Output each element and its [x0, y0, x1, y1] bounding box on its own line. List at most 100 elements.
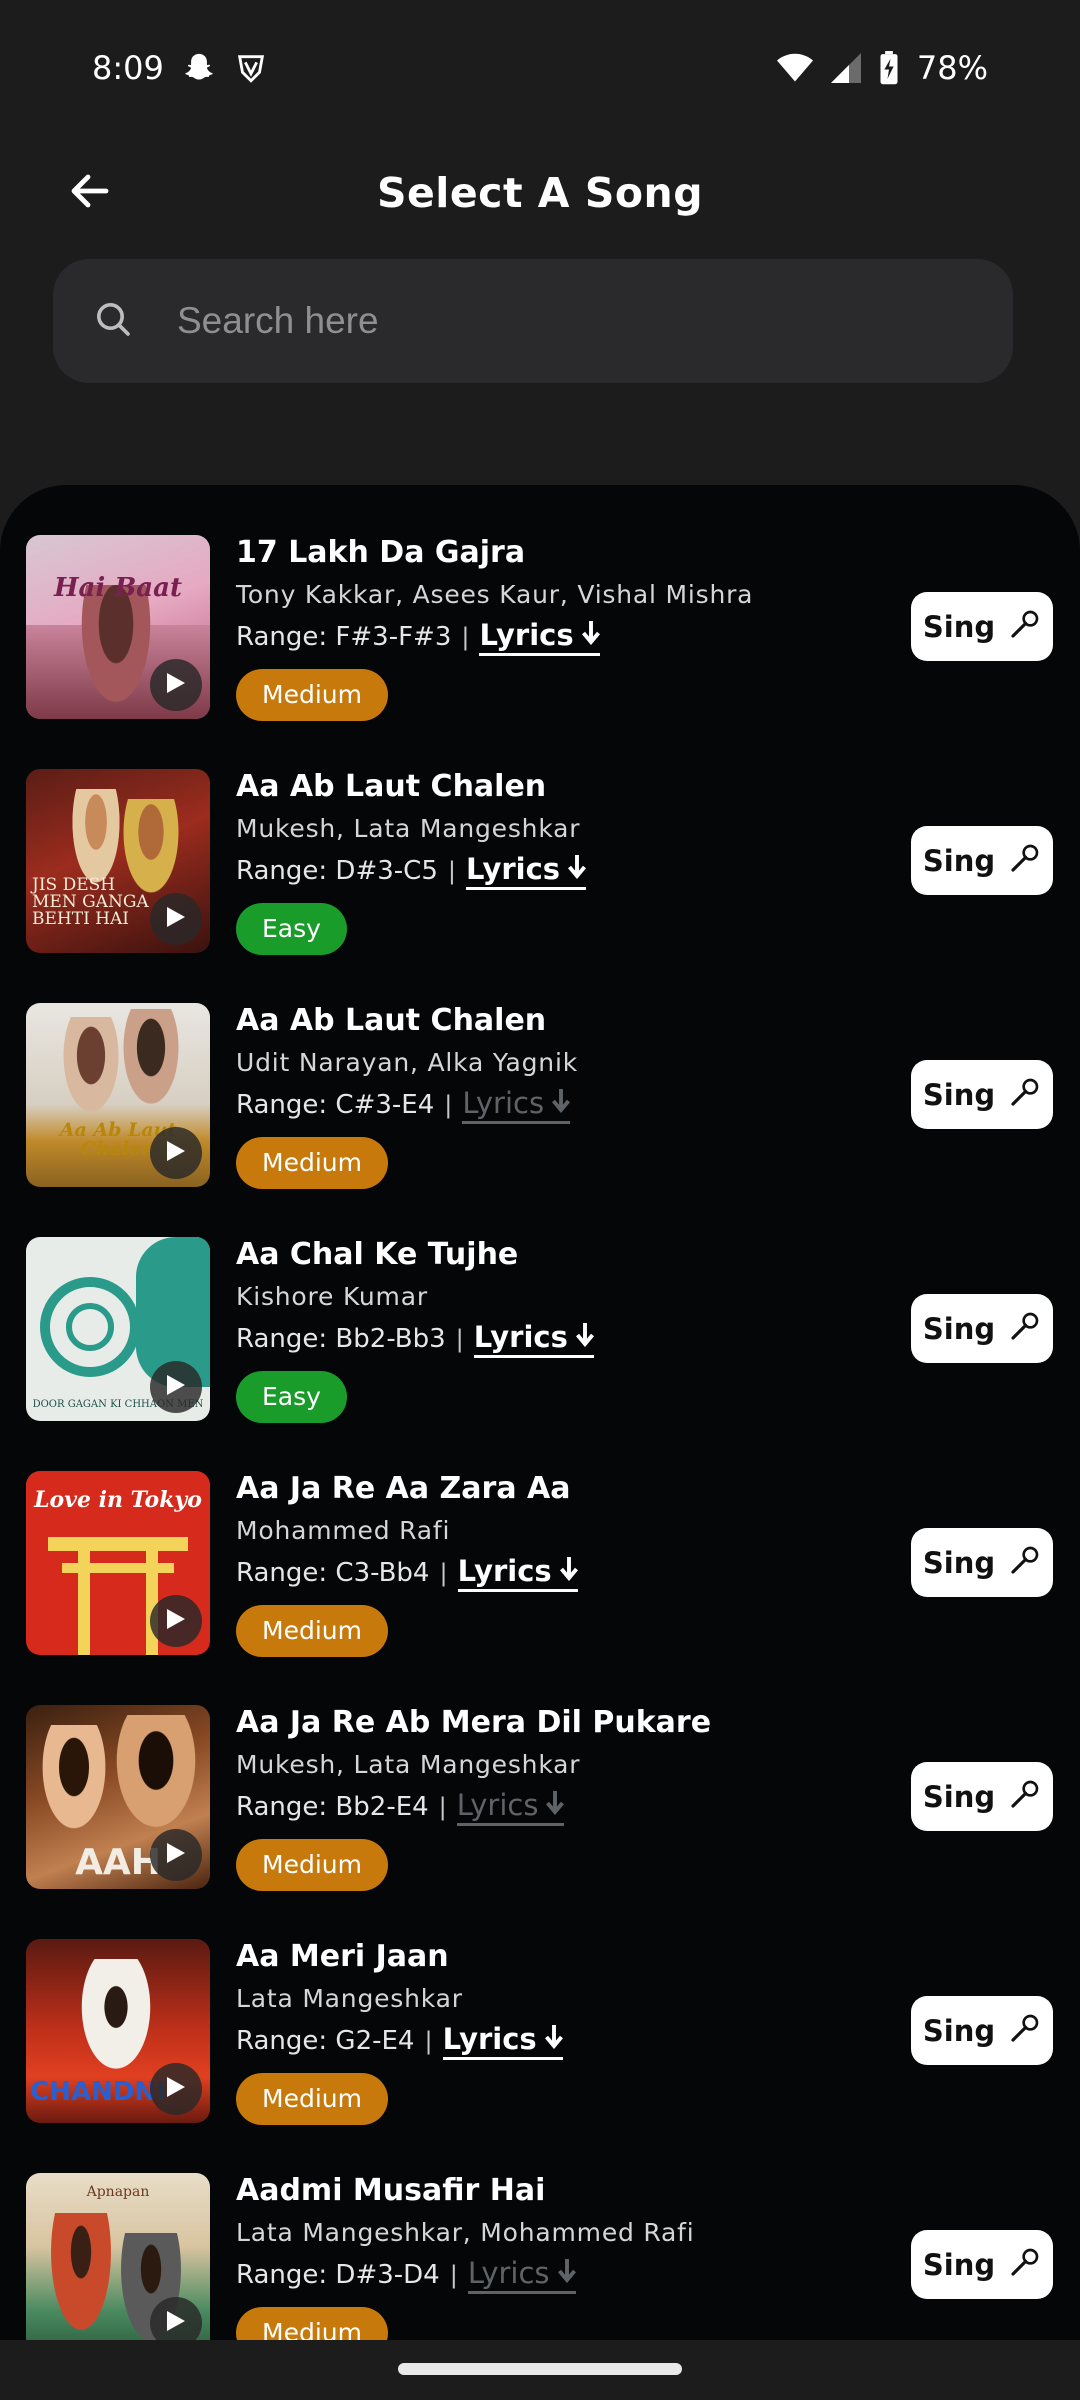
download-arrow-icon [552, 1086, 571, 1120]
lyrics-download-link[interactable]: Lyrics [442, 2022, 563, 2060]
song-row[interactable]: Apnapan Aadmi Musafir Hai Lata Mangeshka… [0, 2173, 1080, 2340]
song-artists: Kishore Kumar [236, 1282, 428, 1311]
album-art-text: JIS DESH MEN GANGA BEHTI HAI [32, 875, 149, 929]
status-bar: 8:09 78% [0, 0, 1080, 135]
vocal-range: Range: G2-E4 [236, 2026, 415, 2056]
difficulty-badge: Medium [236, 2307, 388, 2340]
song-row[interactable]: Love in Tokyo Aa Ja Re Aa Zara Aa Mohamm… [0, 1471, 1080, 1705]
song-artists: Mukesh, Lata Mangeshkar [236, 1750, 581, 1779]
song-row[interactable]: DOOR GAGAN KI CHHAON MEN Aa Chal Ke Tujh… [0, 1237, 1080, 1471]
vocal-range: Range: D#3-C5 [236, 856, 438, 886]
song-artists: Mukesh, Lata Mangeshkar [236, 814, 581, 843]
download-arrow-icon [568, 852, 587, 886]
album-art[interactable]: Apnapan [26, 2173, 210, 2340]
song-title: Aa Ab Laut Chalen [236, 1003, 547, 1038]
song-row[interactable]: JIS DESH MEN GANGA BEHTI HAI Aa Ab Laut … [0, 769, 1080, 1003]
song-artists: Lata Mangeshkar, Mohammed Rafi [236, 2218, 695, 2247]
album-art[interactable]: JIS DESH MEN GANGA BEHTI HAI [26, 769, 210, 953]
play-button[interactable] [150, 1829, 202, 1881]
search-bar[interactable] [53, 259, 1013, 383]
album-art[interactable]: DOOR GAGAN KI CHHAON MEN [26, 1237, 210, 1421]
song-title: Aa Chal Ke Tujhe [236, 1237, 519, 1272]
play-button[interactable] [150, 1595, 202, 1647]
sing-button[interactable]: Sing [911, 2230, 1053, 2299]
sing-label: Sing [922, 609, 996, 644]
sing-button[interactable]: Sing [911, 1528, 1053, 1597]
lyrics-download-link[interactable]: Lyrics [465, 852, 587, 890]
song-list[interactable]: Hai Baat 17 Lakh Da Gajra Tony Kakkar, A… [0, 485, 1080, 2340]
album-art[interactable]: AAH [26, 1705, 210, 1889]
song-info: 17 Lakh Da Gajra Tony Kakkar, Asees Kaur… [236, 535, 876, 721]
play-button[interactable] [150, 1361, 202, 1413]
album-art-text: Love in Tokyo [34, 1487, 202, 1513]
range-line: Range: Bb2-Bb3 | Lyrics [236, 1319, 876, 1359]
play-icon [167, 1608, 185, 1634]
song-title: Aa Meri Jaan [236, 1939, 449, 1974]
sing-button[interactable]: Sing [911, 1762, 1053, 1831]
play-button[interactable] [150, 2297, 202, 2340]
song-info: Aa Meri Jaan Lata Mangeshkar Range: G2-E… [236, 1939, 876, 2125]
vocal-range: Range: D#3-D4 [236, 2260, 440, 2290]
album-art[interactable]: Aa Ab Laut Chalen [26, 1003, 210, 1187]
play-icon [167, 2076, 185, 2102]
vocal-range: Range: F#3-F#3 [236, 622, 452, 652]
microphone-icon [1009, 1076, 1041, 1113]
song-row[interactable]: CHANDNI Aa Meri Jaan Lata Mangeshkar Ran… [0, 1939, 1080, 2173]
song-info: Aa Ab Laut Chalen Udit Narayan, Alka Yag… [236, 1003, 876, 1189]
song-info: Aa Chal Ke Tujhe Kishore Kumar Range: Bb… [236, 1237, 876, 1423]
difficulty-badge: Easy [236, 1371, 347, 1423]
song-row[interactable]: Hai Baat 17 Lakh Da Gajra Tony Kakkar, A… [0, 535, 1080, 769]
lyrics-download-link[interactable]: Lyrics [457, 1554, 578, 1592]
album-art[interactable]: Hai Baat [26, 535, 210, 719]
range-line: Range: C#3-E4 | Lyrics [236, 1085, 876, 1125]
download-arrow-icon [559, 1554, 578, 1588]
download-arrow-icon [575, 1320, 594, 1354]
lyrics-label: Lyrics [467, 2256, 550, 2290]
play-button[interactable] [150, 893, 202, 945]
battery-percent: 78% [916, 48, 988, 87]
play-icon [167, 1842, 185, 1868]
signal-icon [830, 52, 861, 84]
play-button[interactable] [150, 659, 202, 711]
sing-button[interactable]: Sing [911, 592, 1053, 661]
album-art-text: CHANDNI [30, 2077, 166, 2107]
download-arrow-icon [546, 1788, 565, 1822]
album-art[interactable]: CHANDNI [26, 1939, 210, 2123]
song-row[interactable]: Aa Ab Laut Chalen Aa Ab Laut Chalen Udit… [0, 1003, 1080, 1237]
battery-charging-icon [879, 50, 899, 85]
back-button[interactable] [60, 163, 120, 223]
separator: | [439, 1559, 448, 1587]
song-title: 17 Lakh Da Gajra [236, 535, 526, 570]
play-button[interactable] [150, 2063, 202, 2115]
lyrics-download-link[interactable]: Lyrics [479, 618, 600, 656]
sing-button[interactable]: Sing [911, 1294, 1053, 1363]
microphone-icon [1009, 2246, 1041, 2283]
status-left: 8:09 [92, 49, 268, 87]
album-art[interactable]: Love in Tokyo [26, 1471, 210, 1655]
lyrics-label: Lyrics [456, 1788, 539, 1822]
lyrics-label: Lyrics [442, 2022, 537, 2056]
play-icon [167, 906, 185, 932]
sing-button[interactable]: Sing [911, 826, 1053, 895]
sing-button[interactable]: Sing [911, 1060, 1053, 1129]
lyrics-download-link[interactable]: Lyrics [473, 1320, 594, 1358]
play-icon [167, 2310, 185, 2336]
song-row[interactable]: AAH Aa Ja Re Ab Mera Dil Pukare Mukesh, … [0, 1705, 1080, 1939]
range-line: Range: D#3-D4 | Lyrics [236, 2255, 876, 2295]
sing-label: Sing [922, 2247, 996, 2282]
difficulty-badge: Easy [236, 903, 347, 955]
difficulty-badge: Medium [236, 669, 388, 721]
play-button[interactable] [150, 1127, 202, 1179]
lyrics-download-link: Lyrics [456, 1788, 565, 1826]
sing-button[interactable]: Sing [911, 1996, 1053, 2065]
microphone-icon [1009, 608, 1041, 645]
difficulty-badge: Medium [236, 1605, 388, 1657]
range-line: Range: C3-Bb4 | Lyrics [236, 1553, 876, 1593]
difficulty-badge: Medium [236, 1839, 388, 1891]
status-time: 8:09 [92, 48, 164, 87]
home-indicator[interactable] [398, 2363, 682, 2375]
search-input[interactable] [175, 299, 935, 343]
separator: | [461, 623, 470, 651]
range-line: Range: Bb2-E4 | Lyrics [236, 1787, 876, 1827]
lyrics-label: Lyrics [473, 1320, 568, 1354]
